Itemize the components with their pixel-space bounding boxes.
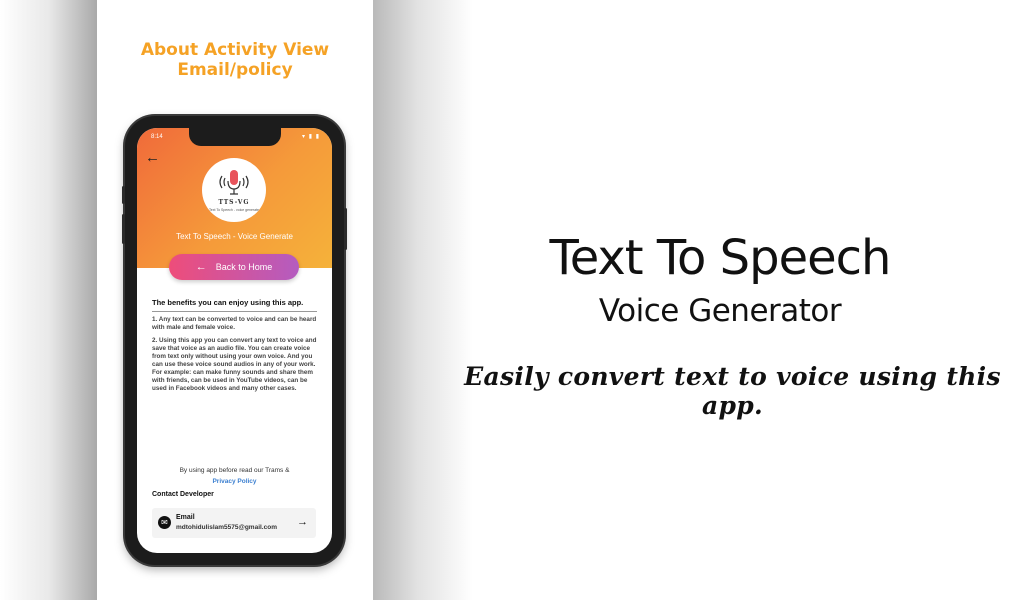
email-address: mdtohidulislam5575@gmail.com (176, 524, 277, 531)
email-contact-card[interactable]: ✉ Email mdtohidulislam5575@gmail.com → (152, 508, 316, 538)
headline-title: Text To Speech (549, 230, 892, 286)
privacy-policy-link[interactable]: Privacy Policy (137, 476, 332, 487)
background-right-shade (373, 0, 473, 600)
mail-icon: ✉ (158, 516, 171, 529)
microphone-icon (219, 170, 249, 195)
phone-side-button (122, 186, 125, 204)
promo-title-line1: About Activity View (140, 40, 330, 60)
status-icons: ▾ ▮ ▮ (302, 134, 320, 140)
app-subtitle: Text To Speech - Voice Generate (176, 232, 293, 241)
phone-screen: 8:14 ▾ ▮ ▮ ← TTS-VG Text To Speech - voi… (137, 128, 332, 553)
promo-title-line2: Email/policy (177, 60, 293, 80)
header-gradient: 8:14 ▾ ▮ ▮ ← TTS-VG Text To Speech - voi… (137, 128, 332, 268)
logo-name: TTS-VG (218, 199, 250, 206)
tagline: Easily convert text to voice using this … (464, 362, 1001, 420)
policy-notice: By using app before read our Trams & Pri… (137, 465, 332, 487)
benefits-section: The benefits you can enjoy using this ap… (152, 298, 317, 393)
background-left-shade (0, 0, 97, 600)
arrow-right-icon: → (297, 516, 308, 528)
phone-mockup: 8:14 ▾ ▮ ▮ ← TTS-VG Text To Speech - voi… (122, 116, 347, 565)
promo-title: About Activity View Email/policy (97, 40, 373, 80)
benefit-item: 1. Any text can be converted to voice an… (152, 316, 317, 331)
logo-subtext: Text To Speech - voice generate (209, 208, 259, 212)
benefit-item: 2. Using this app you can convert any te… (152, 337, 317, 392)
arrow-left-icon: ← (195, 261, 207, 273)
phone-notch (189, 128, 281, 146)
contact-developer-title: Contact Developer (152, 491, 214, 498)
policy-text: By using app before read our Trams & (179, 467, 290, 474)
benefits-title: The benefits you can enjoy using this ap… (152, 298, 317, 312)
headline-subtitle: Voice Generator (598, 293, 842, 329)
email-label: Email (176, 514, 195, 521)
phone-power-button (344, 208, 347, 250)
app-logo: TTS-VG Text To Speech - voice generate (202, 158, 266, 222)
back-to-home-label: Back to Home (215, 262, 273, 272)
status-time: 8:14 (151, 134, 163, 140)
phone-side-button (122, 214, 125, 244)
arrow-left-icon[interactable]: ← (145, 150, 160, 165)
back-to-home-button[interactable]: ← Back to Home (169, 254, 299, 280)
